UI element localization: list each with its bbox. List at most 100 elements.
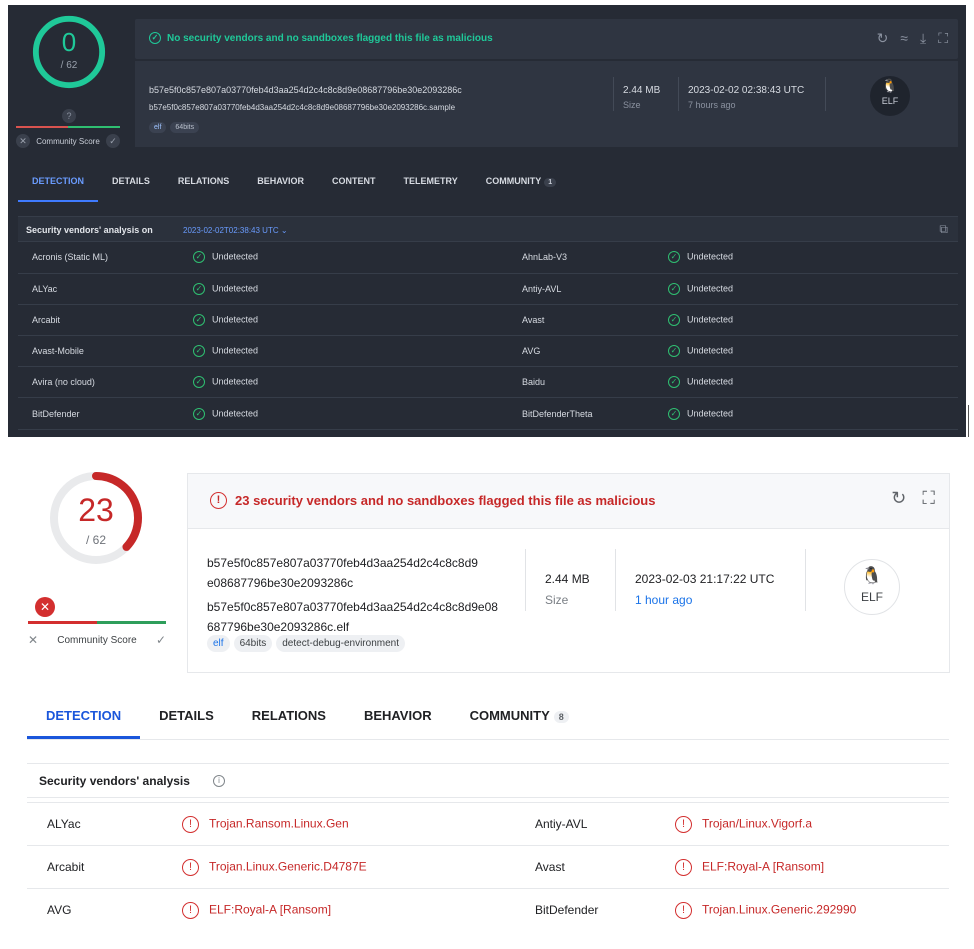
alert-circle-icon: !: [210, 492, 227, 509]
section-title: Security vendors' analysis on: [26, 225, 153, 235]
file-size-label: Size: [623, 100, 641, 110]
vendor-result-text: ELF:Royal-A [Ransom]: [702, 859, 825, 874]
vendor-result-text: Undetected: [212, 314, 259, 325]
copy-icon[interactable]: ⧉: [939, 222, 948, 237]
check-circle-icon: ✓: [193, 407, 205, 420]
tag[interactable]: detect-debug-environment: [276, 635, 405, 652]
check-circle-icon: ✓: [193, 282, 205, 295]
reanalyze-icon[interactable]: ↻: [877, 30, 889, 47]
vendor-name-text: Baidu: [522, 377, 546, 388]
downvote-icon[interactable]: ✕: [28, 633, 38, 647]
file-info-box: b57e5f0c857e807a03770feb4d3aa254d2c4c8c8…: [135, 61, 958, 147]
divider: [825, 77, 826, 111]
upvote-icon[interactable]: ✓: [156, 633, 166, 647]
report-tabs: DETECTION DETAILS RELATIONS BEHAVIOR COM…: [27, 700, 949, 740]
vendor-result: ✓ Undetected: [668, 335, 958, 368]
tag[interactable]: 64bits: [170, 122, 200, 133]
table-row: Acronis (Static ML) ✓ Undetected AhnLab-V3 ✓…: [18, 242, 958, 274]
analysis-relative-date: 7 hours ago: [688, 100, 736, 110]
analysis-date-dropdown[interactable]: 2023-02-02T02:38:43 UTC ⌄: [183, 226, 288, 235]
table-row: ALYac ✓ Undetected Antiy-AVL ✓ Undetected: [18, 273, 958, 305]
check-circle-icon: ✓: [668, 313, 680, 326]
file-type-icon: 🐧 ELF: [844, 559, 900, 615]
tab-community[interactable]: COMMUNITY 1: [472, 172, 570, 202]
vendor-name: BitDefender: [18, 397, 193, 430]
reanalyze-icon[interactable]: ↻: [891, 488, 906, 509]
vendors-analysis-header: Security vendors' analysis i: [27, 763, 949, 798]
check-circle-icon: ✓: [668, 251, 680, 264]
tab-detection[interactable]: DETECTION: [27, 700, 141, 739]
file-size: 2.44 MB: [545, 572, 590, 586]
malicious-report-panel: 23 / 62 ✕ ✕ Community Score ✓ ! 23 secur…: [0, 460, 974, 949]
file-name-line: 687796be30e2093286c.elf: [207, 620, 350, 634]
vendor-name: Antiy-AVL: [515, 802, 675, 846]
upvote-icon[interactable]: ✓: [105, 134, 120, 148]
detection-total: / 62: [60, 60, 78, 71]
tab-detection[interactable]: DETECTION: [18, 172, 99, 202]
file-size: 2.44 MB: [623, 85, 661, 96]
analysis-date: 2023-02-03 21:17:22 UTC: [635, 572, 775, 586]
vendor-name-text: Arcabit: [47, 860, 85, 874]
tab-community-label: COMMUNITY: [469, 708, 550, 723]
file-type-label: ELF: [881, 96, 899, 106]
vendor-result: ✓ Undetected: [193, 335, 508, 368]
tab-behavior[interactable]: BEHAVIOR: [345, 700, 451, 739]
tag[interactable]: elf: [149, 122, 167, 133]
vendor-result-text: Undetected: [212, 283, 259, 294]
vendor-result-text: Undetected: [687, 283, 734, 294]
vendor-result-text: Trojan/Linux.Vigorf.a: [702, 816, 813, 831]
file-hash-line: b57e5f0c857e807a03770feb4d3aa254d2c4c8c8…: [207, 556, 478, 570]
file-info-box: b57e5f0c857e807a03770feb4d3aa254d2c4c8c8…: [187, 528, 950, 673]
file-hash[interactable]: b57e5f0c857e807a03770feb4d3aa254d2c4c8c8…: [149, 85, 462, 95]
vendor-name-text: Avast-Mobile: [32, 346, 84, 357]
tab-relations[interactable]: RELATIONS: [164, 172, 243, 202]
vendor-result: ! Trojan.Linux.Generic.D4787E: [182, 845, 515, 889]
vendor-result: ✓ Undetected: [668, 304, 958, 337]
vendor-name: AhnLab-V3: [508, 242, 668, 274]
tag[interactable]: elf: [207, 635, 230, 652]
vendor-result-text: Undetected: [212, 345, 259, 356]
vendor-name: BitDefender: [515, 888, 675, 932]
tab-details[interactable]: DETAILS: [98, 172, 164, 202]
vendor-name-text: BitDefenderTheta: [522, 408, 593, 419]
vendor-result-text: Trojan.Linux.Generic.292990: [702, 902, 857, 917]
tab-telemetry[interactable]: TELEMETRY: [390, 172, 472, 202]
detection-total: / 62: [85, 533, 106, 547]
file-hash[interactable]: b57e5f0c857e807a03770feb4d3aa254d2c4c8c8…: [207, 553, 512, 593]
vendor-name-text: AVG: [47, 903, 72, 918]
graph-icon[interactable]: ⛶: [938, 30, 948, 47]
check-circle-icon: ✓: [668, 282, 680, 295]
malicious-flag-icon: ✕: [35, 597, 55, 617]
vendor-result: ✓ Undetected: [193, 366, 508, 399]
vendor-name: Baidu: [508, 366, 668, 399]
community-score-bar: [28, 621, 166, 624]
vendor-result-text: Undetected: [687, 314, 734, 325]
download-icon[interactable]: ⤓: [920, 30, 926, 47]
detection-count: 23: [78, 492, 114, 528]
vendor-result-text: Undetected: [687, 376, 734, 387]
tab-content[interactable]: CONTENT: [318, 172, 390, 202]
alert-circle-icon: !: [675, 901, 692, 919]
tab-details[interactable]: DETAILS: [140, 700, 233, 739]
similar-icon[interactable]: ≈: [900, 30, 908, 47]
info-icon[interactable]: i: [213, 775, 225, 787]
downvote-icon[interactable]: ✕: [16, 134, 30, 148]
vendor-name-text: BitDefender: [32, 408, 80, 419]
tab-community[interactable]: COMMUNITY 8: [451, 700, 588, 739]
verdict-text: 23 security vendors and no sandboxes fla…: [235, 493, 656, 508]
tab-behavior[interactable]: BEHAVIOR: [243, 172, 318, 202]
tag[interactable]: 64bits: [233, 635, 273, 652]
alert-circle-icon: !: [675, 858, 692, 876]
vendor-name-text: ALYac: [32, 283, 58, 294]
vendor-name-text: Acronis (Static ML): [32, 252, 109, 263]
vendor-name-text: Avast: [522, 314, 545, 325]
question-icon: ?: [62, 109, 76, 123]
check-circle-icon: ✓: [149, 32, 161, 44]
vendor-name-text: Avast: [535, 860, 565, 874]
tab-relations[interactable]: RELATIONS: [233, 700, 345, 739]
vendor-name: AVG: [27, 888, 182, 932]
vendor-name-text: AVG: [522, 346, 541, 357]
vendor-name: Avast: [508, 304, 668, 337]
graph-icon[interactable]: ⛶: [922, 488, 935, 509]
vendor-name: Avast-Mobile: [18, 335, 193, 368]
